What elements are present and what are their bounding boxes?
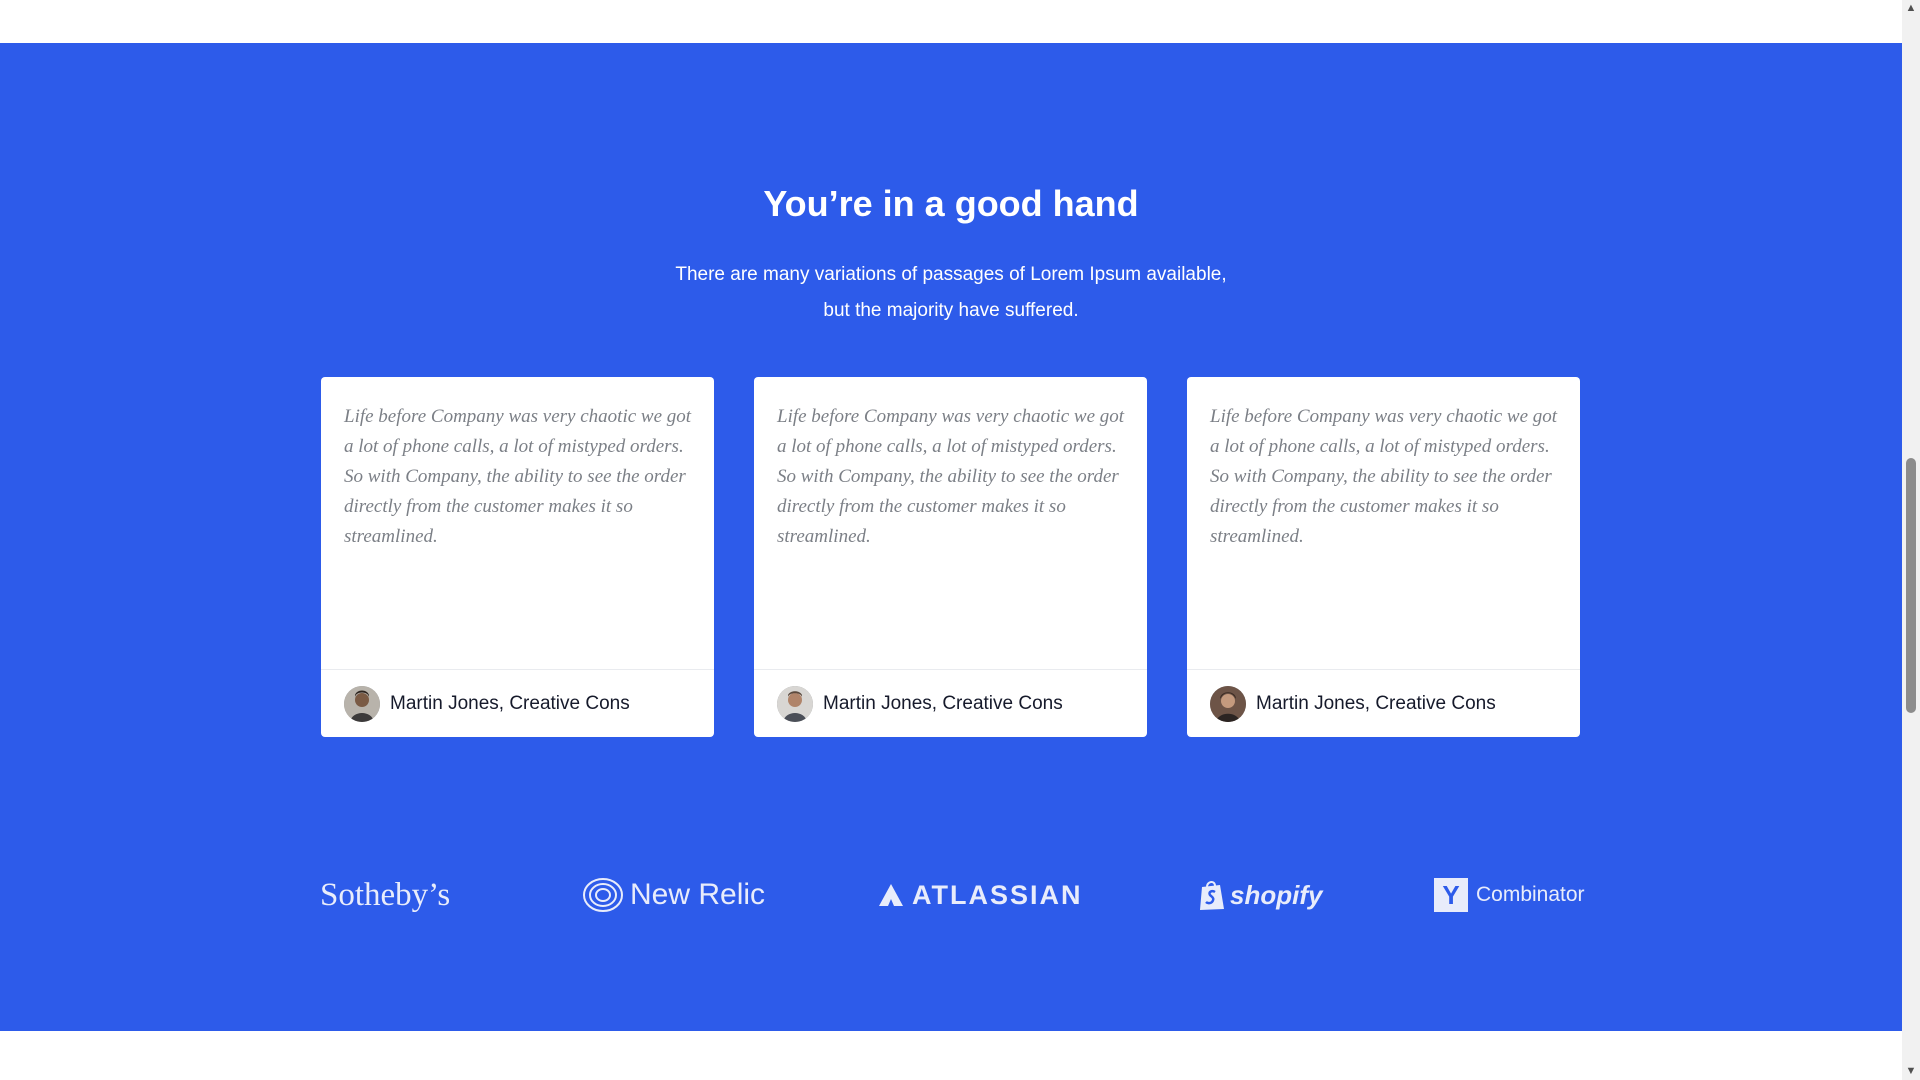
section-subtitle: There are many variations of passages of… <box>0 257 1902 329</box>
concentric-rings-icon <box>583 878 623 912</box>
logo-ycombinator-text: Combinator <box>1476 883 1585 906</box>
testimonial-quote: Life before Company was very chaotic we … <box>344 406 692 547</box>
triangle-mark-icon <box>879 884 903 906</box>
logo-atlassian-text: ATLASSIAN <box>912 879 1083 910</box>
testimonial-footer: Martin Jones, Creative Cons <box>321 669 714 737</box>
triangle-up-icon[interactable]: ▲ <box>1902 0 1920 17</box>
testimonial-author: Martin Jones, Creative Cons <box>1256 692 1496 714</box>
testimonial-card: Life before Company was very chaotic we … <box>754 377 1147 737</box>
testimonial-card: Life before Company was very chaotic we … <box>321 377 714 737</box>
testimonial-cards: Life before Company was very chaotic we … <box>321 377 1581 737</box>
testimonial-footer: Martin Jones, Creative Cons <box>754 669 1147 737</box>
testimonial-quote: Life before Company was very chaotic we … <box>1210 406 1558 547</box>
testimonial-footer: Martin Jones, Creative Cons <box>1187 669 1580 737</box>
page: You’re in a good hand There are many var… <box>0 0 1902 1080</box>
client-logos: Sotheby’s New Relic ATLASSIAN shopify Y … <box>320 870 1585 920</box>
scrollbar-thumb[interactable] <box>1906 458 1916 713</box>
testimonial-author: Martin Jones, Creative Cons <box>823 692 1063 714</box>
testimonial-author: Martin Jones, Creative Cons <box>390 692 630 714</box>
testimonial-quote: Life before Company was very chaotic we … <box>777 406 1125 547</box>
logo-atlassian: ATLASSIAN <box>878 870 1083 920</box>
section-title: You’re in a good hand <box>763 183 1139 224</box>
avatar <box>777 685 813 722</box>
subtitle-line-2: but the majority have suffered. <box>823 300 1079 321</box>
logo-sothebys-text: Sotheby’s <box>320 876 451 913</box>
shopping-bag-icon <box>1200 881 1224 910</box>
logo-newrelic: New Relic <box>582 870 765 920</box>
logo-shopify: shopify <box>1198 870 1322 920</box>
avatar <box>1210 685 1246 722</box>
avatar <box>344 685 380 722</box>
logo-ycombinator: Y Combinator <box>1434 870 1585 920</box>
yc-mark: Y <box>1434 878 1468 912</box>
logo-newrelic-text: New Relic <box>630 878 766 911</box>
testimonial-card: Life before Company was very chaotic we … <box>1187 377 1580 737</box>
logo-shopify-text: shopify <box>1230 879 1323 910</box>
triangle-down-icon[interactable]: ▼ <box>1902 1063 1920 1080</box>
logo-sothebys: Sotheby’s <box>320 870 450 920</box>
subtitle-line-1: There are many variations of passages of… <box>675 264 1227 285</box>
page-scrollbar[interactable]: ▲ ▼ <box>1902 0 1920 1080</box>
